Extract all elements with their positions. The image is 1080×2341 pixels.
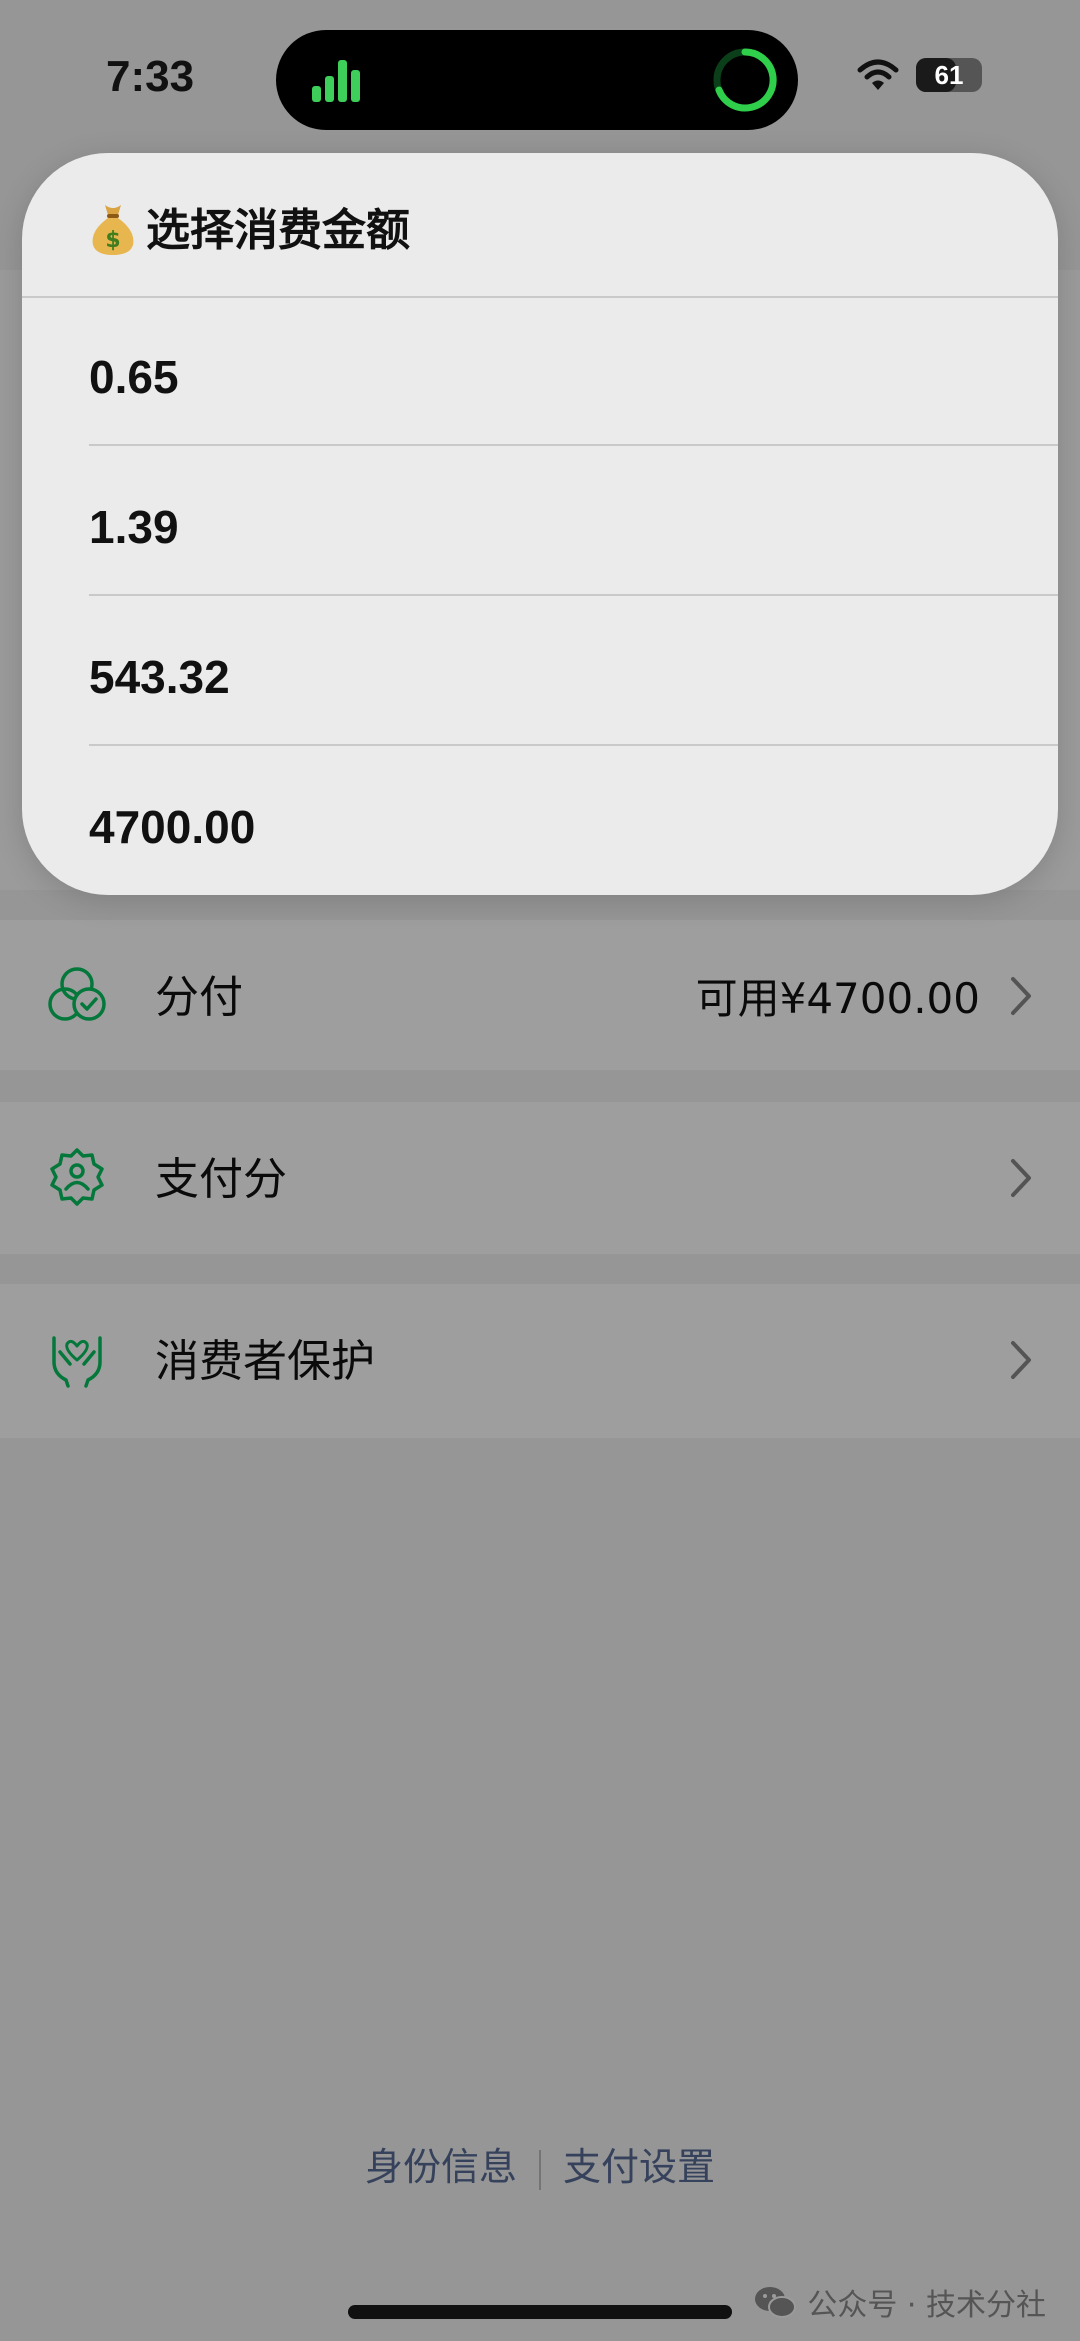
option-divider: [89, 744, 1058, 746]
status-time: 7:33: [106, 52, 195, 101]
dynamic-island: [276, 30, 798, 130]
popup-header: $ 选择消费金额: [22, 153, 1058, 298]
battery-percent: 61: [934, 60, 964, 90]
svg-text:$: $: [105, 228, 120, 253]
amount-option-label: 4700.00: [89, 801, 256, 853]
home-indicator[interactable]: [348, 2305, 732, 2319]
activity-ring-icon: [713, 48, 777, 112]
money-bag-icon: $: [92, 205, 134, 255]
amount-option[interactable]: 0.65: [22, 298, 1058, 446]
wifi-icon: [857, 59, 899, 90]
option-divider: [89, 594, 1058, 596]
battery-icon: 61: [916, 58, 982, 92]
option-divider: [89, 444, 1058, 446]
signal-bars-icon: [312, 60, 360, 102]
amount-picker-popup: $ 选择消费金额 0.65 1.39 543.32 4700.00: [22, 153, 1058, 895]
watermark: 公众号 · 技术分社: [753, 2280, 1046, 2324]
status-indicators: 61: [856, 58, 982, 92]
amount-option-label: 1.39: [89, 501, 179, 553]
amount-option[interactable]: 4700.00: [22, 748, 1058, 895]
amount-option-label: 543.32: [89, 651, 230, 703]
wechat-logo-icon: [755, 2287, 797, 2318]
popup-title: 选择消费金额: [146, 205, 410, 256]
amount-option-label: 0.65: [89, 351, 179, 403]
amount-option[interactable]: 543.32: [22, 598, 1058, 746]
amount-option[interactable]: 1.39: [22, 448, 1058, 596]
watermark-text: 公众号 · 技术分社: [807, 2288, 1046, 2323]
